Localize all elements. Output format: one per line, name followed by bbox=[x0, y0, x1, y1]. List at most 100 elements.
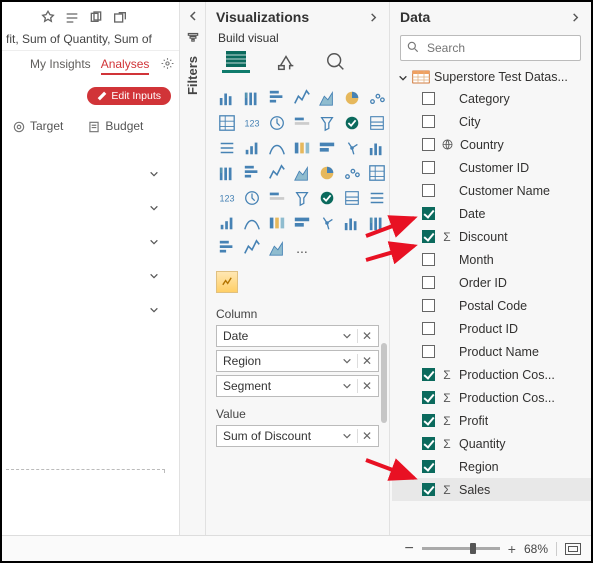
viz-type-icon[interactable] bbox=[291, 87, 313, 109]
target-chip[interactable]: Target bbox=[12, 119, 63, 134]
field-row[interactable]: ΣSales bbox=[392, 478, 591, 501]
field-checkbox[interactable] bbox=[422, 345, 435, 358]
field-row[interactable]: Product Name bbox=[392, 340, 591, 363]
viz-type-icon[interactable] bbox=[266, 212, 288, 234]
field-checkbox[interactable] bbox=[422, 299, 435, 312]
copy-icon[interactable] bbox=[88, 10, 104, 26]
collapse-data-icon[interactable] bbox=[570, 12, 581, 23]
field-checkbox[interactable] bbox=[422, 184, 435, 197]
viz-type-icon[interactable] bbox=[266, 112, 288, 134]
viz-type-icon[interactable] bbox=[341, 112, 363, 134]
viz-type-icon[interactable] bbox=[366, 187, 388, 209]
viz-type-icon[interactable] bbox=[316, 137, 338, 159]
field-checkbox[interactable] bbox=[422, 483, 435, 496]
tab-my-insights[interactable]: My Insights bbox=[30, 57, 91, 75]
popout-icon[interactable] bbox=[112, 10, 128, 26]
viz-type-icon[interactable] bbox=[216, 112, 238, 134]
viz-type-icon[interactable] bbox=[341, 187, 363, 209]
remove-field-button[interactable]: ✕ bbox=[357, 329, 376, 343]
field-row[interactable]: Month bbox=[392, 248, 591, 271]
viz-type-icon[interactable] bbox=[241, 212, 263, 234]
viz-type-icon[interactable] bbox=[216, 212, 238, 234]
viz-type-icon[interactable] bbox=[366, 212, 388, 234]
zoom-slider[interactable] bbox=[422, 547, 500, 550]
field-row[interactable]: Order ID bbox=[392, 271, 591, 294]
field-checkbox[interactable] bbox=[422, 437, 435, 450]
field-row[interactable]: Product ID bbox=[392, 317, 591, 340]
field-row[interactable]: Category bbox=[392, 87, 591, 110]
collapse-section[interactable] bbox=[2, 256, 165, 290]
viz-type-icon[interactable] bbox=[216, 87, 238, 109]
viz-type-icon[interactable] bbox=[266, 237, 288, 259]
collapse-section[interactable] bbox=[2, 222, 165, 256]
viz-type-icon[interactable] bbox=[266, 187, 288, 209]
viz-type-icon[interactable] bbox=[316, 187, 338, 209]
viz-type-icon[interactable] bbox=[316, 112, 338, 134]
viz-type-icon[interactable] bbox=[241, 87, 263, 109]
field-checkbox[interactable] bbox=[422, 161, 435, 174]
budget-chip[interactable]: Budget bbox=[87, 119, 143, 134]
collapse-section[interactable] bbox=[2, 154, 165, 188]
field-row[interactable]: Country bbox=[392, 133, 591, 156]
viz-type-icon[interactable] bbox=[266, 162, 288, 184]
field-checkbox[interactable] bbox=[422, 391, 435, 404]
field-checkbox[interactable] bbox=[422, 138, 435, 151]
viz-type-icon[interactable] bbox=[341, 137, 363, 159]
zoom-in-button[interactable]: + bbox=[508, 541, 516, 557]
viz-type-icon[interactable] bbox=[316, 87, 338, 109]
field-row[interactable]: Date bbox=[392, 202, 591, 225]
field-well[interactable]: Sum of Discount ✕ bbox=[216, 425, 379, 447]
viz-type-icon[interactable] bbox=[291, 187, 313, 209]
more-visuals-icon[interactable]: ... bbox=[291, 237, 313, 259]
field-row[interactable]: ΣProfit bbox=[392, 409, 591, 432]
collapse-viz-icon[interactable] bbox=[368, 12, 379, 23]
field-well[interactable]: Segment ✕ bbox=[216, 375, 379, 397]
build-tab-analytics[interactable] bbox=[322, 51, 350, 73]
collapse-section[interactable] bbox=[2, 188, 165, 222]
custom-visual-chip[interactable] bbox=[216, 271, 238, 293]
field-row[interactable]: Customer Name bbox=[392, 179, 591, 202]
viz-type-icon[interactable] bbox=[241, 137, 263, 159]
list-icon[interactable] bbox=[64, 10, 80, 26]
viz-type-icon[interactable] bbox=[291, 112, 313, 134]
viz-type-icon[interactable] bbox=[241, 187, 263, 209]
build-tab-format[interactable] bbox=[272, 51, 300, 73]
field-checkbox[interactable] bbox=[422, 368, 435, 381]
remove-field-button[interactable]: ✕ bbox=[357, 354, 376, 368]
build-tab-fields[interactable] bbox=[222, 51, 250, 73]
field-well[interactable]: Region ✕ bbox=[216, 350, 379, 372]
field-row[interactable]: ΣProduction Cos... bbox=[392, 386, 591, 409]
viz-type-icon[interactable] bbox=[241, 237, 263, 259]
field-checkbox[interactable] bbox=[422, 276, 435, 289]
fit-to-page-icon[interactable] bbox=[565, 543, 581, 555]
viz-type-icon[interactable] bbox=[316, 212, 338, 234]
remove-field-button[interactable]: ✕ bbox=[357, 379, 376, 393]
viz-type-icon[interactable] bbox=[266, 87, 288, 109]
scrollbar[interactable] bbox=[381, 343, 387, 448]
field-row[interactable]: ΣQuantity bbox=[392, 432, 591, 455]
viz-type-icon[interactable]: 123 bbox=[241, 112, 263, 134]
field-well[interactable]: Date ✕ bbox=[216, 325, 379, 347]
viz-type-icon[interactable]: 123 bbox=[216, 187, 238, 209]
viz-type-icon[interactable] bbox=[366, 87, 388, 109]
viz-type-icon[interactable] bbox=[316, 162, 338, 184]
chevron-down-icon[interactable] bbox=[342, 380, 354, 392]
viz-type-icon[interactable] bbox=[241, 162, 263, 184]
viz-type-icon[interactable] bbox=[341, 162, 363, 184]
viz-type-icon[interactable] bbox=[366, 112, 388, 134]
field-row[interactable]: Customer ID bbox=[392, 156, 591, 179]
chevron-down-icon[interactable] bbox=[342, 430, 354, 442]
field-row[interactable]: Postal Code bbox=[392, 294, 591, 317]
field-checkbox[interactable] bbox=[422, 322, 435, 335]
search-input[interactable] bbox=[400, 35, 581, 61]
viz-type-icon[interactable] bbox=[291, 162, 313, 184]
viz-type-icon[interactable] bbox=[216, 237, 238, 259]
filters-icon[interactable] bbox=[186, 30, 200, 44]
field-row[interactable]: ΣDiscount bbox=[392, 225, 591, 248]
field-row[interactable]: Region bbox=[392, 455, 591, 478]
field-checkbox[interactable] bbox=[422, 460, 435, 473]
field-checkbox[interactable] bbox=[422, 414, 435, 427]
chevron-down-icon[interactable] bbox=[342, 330, 354, 342]
field-row[interactable]: City bbox=[392, 110, 591, 133]
field-row[interactable]: ΣProduction Cos... bbox=[392, 363, 591, 386]
